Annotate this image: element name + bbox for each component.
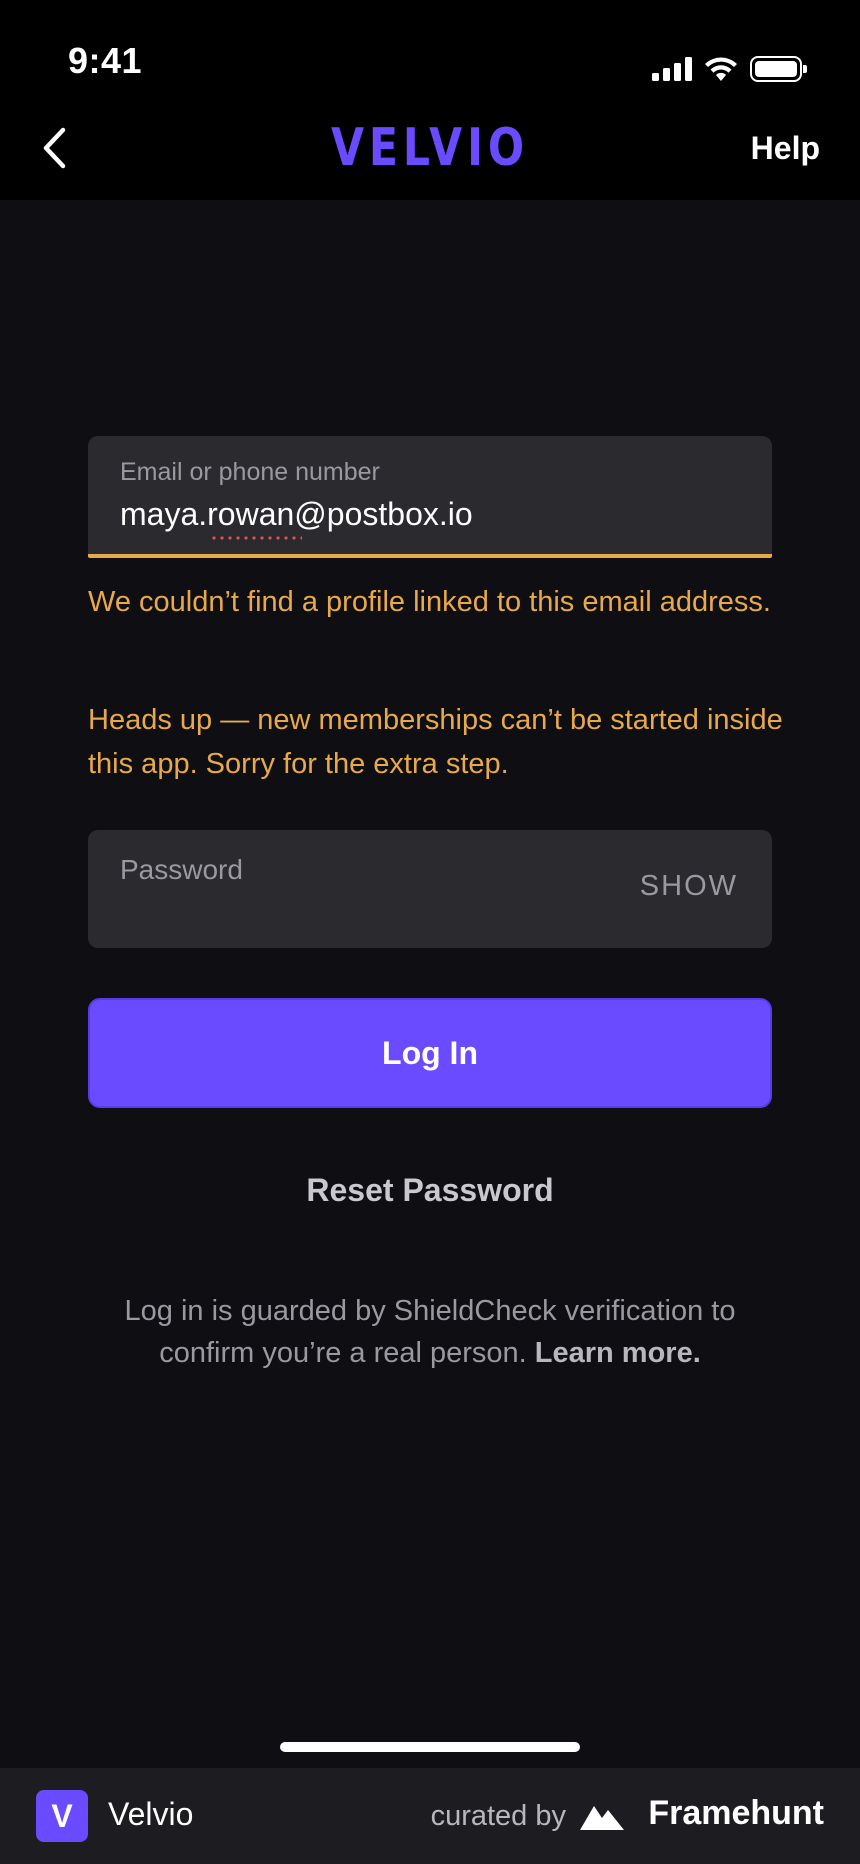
reset-password-link[interactable]: Reset Password	[0, 1172, 860, 1209]
verification-notice: Log in is guarded by ShieldCheck verific…	[90, 1290, 770, 1374]
status-time: 9:41	[68, 40, 143, 81]
help-link[interactable]: Help	[751, 130, 820, 167]
battery-icon	[750, 56, 807, 82]
footer-app-name: Velvio	[108, 1796, 194, 1832]
learn-more-link[interactable]: Learn more.	[535, 1337, 701, 1369]
email-field[interactable]: Email or phone number	[88, 436, 772, 558]
email-error-message: We couldn’t find a profile linked to thi…	[88, 586, 771, 618]
top-bar: 9:41 VELVIO Help	[0, 0, 860, 200]
password-placeholder: Password	[120, 854, 243, 885]
framehunt-brand: Framehunt	[648, 1794, 824, 1832]
spellcheck-underline	[210, 536, 302, 540]
app-logo-icon: V	[36, 1790, 88, 1842]
signal-icon	[652, 57, 692, 81]
show-password-button[interactable]: SHOW	[640, 870, 738, 903]
login-button[interactable]: Log In	[88, 998, 772, 1108]
attribution-footer: V Velvio curated by Framehunt	[0, 1768, 860, 1864]
wifi-icon	[705, 57, 737, 81]
curated-by-label: curated by	[430, 1800, 566, 1832]
brand-logo: VELVIO	[330, 118, 530, 178]
status-icons	[652, 54, 807, 84]
chevron-left-icon	[43, 127, 66, 169]
password-field[interactable]: Password SHOW	[88, 830, 772, 948]
mountain-icon	[580, 1806, 624, 1830]
membership-notice: Heads up — new memberships can’t be star…	[88, 704, 783, 780]
email-input[interactable]	[120, 496, 740, 533]
back-button[interactable]	[34, 120, 74, 176]
email-label: Email or phone number	[120, 458, 380, 486]
home-indicator	[280, 1742, 580, 1752]
